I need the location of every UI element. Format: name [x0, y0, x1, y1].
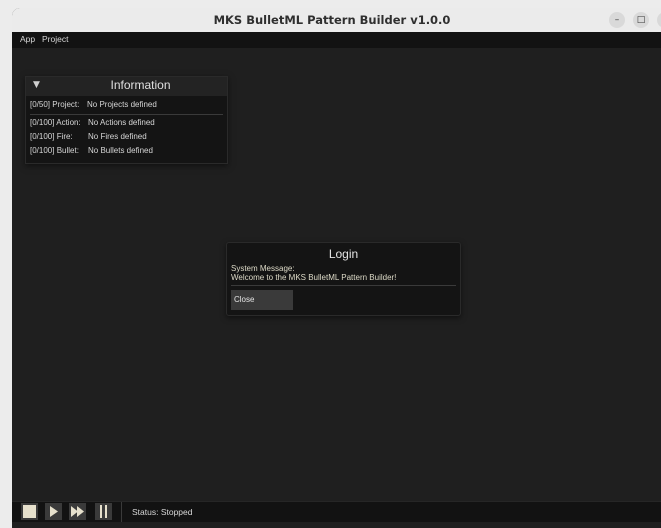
window-title: MKS BulletML Pattern Builder v1.0.0 [213, 13, 451, 27]
play-icon[interactable] [45, 503, 62, 520]
panel-header[interactable]: ▼ Information [26, 77, 227, 96]
info-row-fire: [0/100] Fire: No Fires defined [30, 132, 147, 144]
minimize-button[interactable]: – [609, 12, 625, 28]
login-dialog: Login System Message: Welcome to the MKS… [226, 242, 461, 316]
menu-item-project[interactable]: Project [42, 32, 68, 48]
stop-icon[interactable] [21, 503, 38, 520]
action-count-label: [0/100] Action: [30, 118, 81, 127]
playback-toolbar: Status: Stopped [12, 501, 661, 522]
bullet-count-label: [0/100] Bullet: [30, 146, 79, 155]
project-count-label: [0/50] Project: [30, 100, 80, 109]
info-row-project: [0/50] Project: No Projects defined [30, 100, 157, 112]
fire-count-label: [0/100] Fire: [30, 132, 73, 141]
app-window: MKS BulletML Pattern Builder v1.0.0 – □ … [12, 8, 661, 528]
action-value: No Actions defined [88, 118, 155, 127]
dialog-divider [231, 285, 456, 286]
information-panel: ▼ Information [0/50] Project: No Project… [25, 76, 228, 164]
title-bar[interactable]: MKS BulletML Pattern Builder v1.0.0 – □ … [12, 8, 661, 33]
dialog-title: Login [328, 247, 359, 261]
menu-item-app[interactable]: App [20, 32, 35, 48]
fast-forward-icon[interactable] [69, 503, 86, 520]
info-row-action: [0/100] Action: No Actions defined [30, 118, 155, 130]
menu-bar: App Project [12, 32, 661, 48]
divider [30, 114, 223, 115]
pause-icon[interactable] [95, 503, 112, 520]
panel-title: Information [110, 78, 171, 92]
close-button[interactable]: Close [231, 290, 293, 310]
status-text: Status: Stopped [121, 502, 193, 522]
fire-value: No Fires defined [88, 132, 147, 141]
info-row-bullet: [0/100] Bullet: No Bullets defined [30, 146, 153, 158]
system-message-label: System Message: [231, 264, 295, 273]
project-value: No Projects defined [87, 100, 157, 109]
bullet-value: No Bullets defined [88, 146, 153, 155]
system-message-text: Welcome to the MKS BulletML Pattern Buil… [231, 273, 397, 282]
maximize-button[interactable]: □ [633, 12, 649, 28]
